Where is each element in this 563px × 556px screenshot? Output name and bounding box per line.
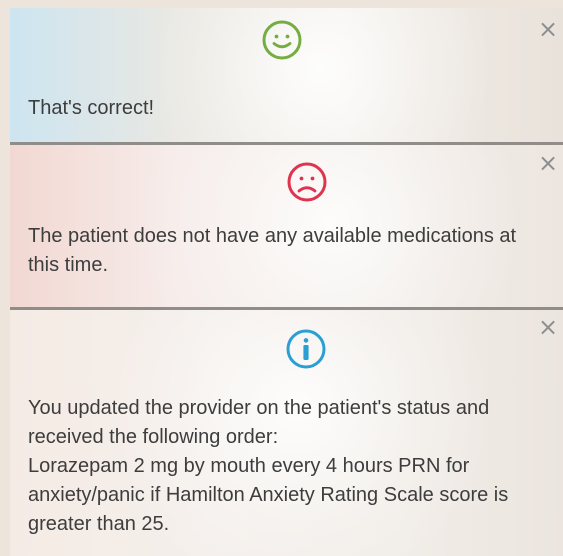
success-close-button[interactable]: × xyxy=(537,17,559,41)
error-close-button[interactable]: × xyxy=(537,151,559,175)
info-feedback-panel: × You updated the provider on the patien… xyxy=(10,308,563,556)
success-message: That's correct! xyxy=(28,97,155,119)
info-message: You updated the provider on the patient'… xyxy=(28,397,509,535)
info-icon xyxy=(286,329,326,369)
feedback-stack: × That's correct! × The patient does not… xyxy=(10,8,563,556)
info-close-button[interactable]: × xyxy=(537,315,559,339)
error-feedback-panel: × The patient does not have any availabl… xyxy=(10,143,563,308)
panel-divider xyxy=(10,307,563,310)
error-message: The patient does not have any available … xyxy=(28,225,517,276)
success-feedback-panel: × That's correct! xyxy=(10,8,563,143)
sad-face-icon xyxy=(287,162,327,202)
smiley-face-icon xyxy=(262,20,302,60)
panel-divider xyxy=(10,142,563,145)
